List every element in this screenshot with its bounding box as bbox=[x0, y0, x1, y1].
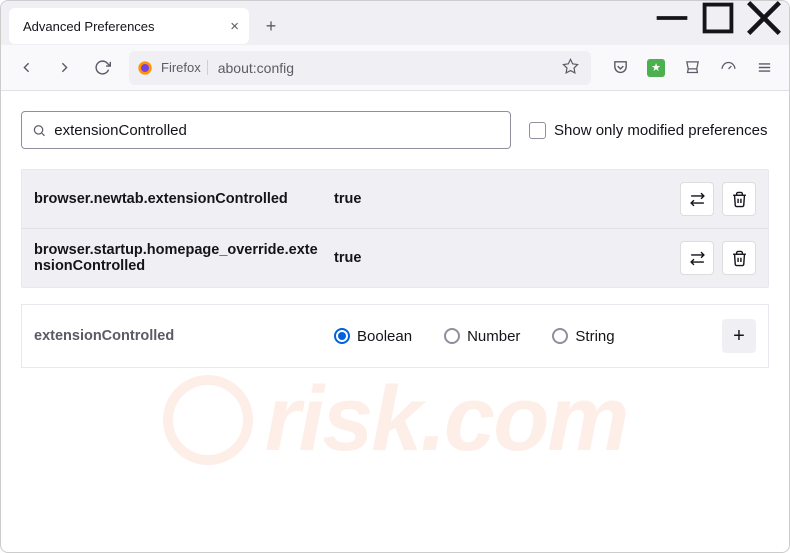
radio-label: String bbox=[575, 328, 614, 345]
pref-name: browser.startup.homepage_override.extens… bbox=[34, 242, 334, 274]
firefox-icon bbox=[137, 60, 153, 76]
delete-button[interactable] bbox=[722, 182, 756, 216]
pref-value: true bbox=[334, 250, 680, 266]
urlbar-identity-label: Firefox bbox=[157, 60, 208, 75]
new-tab-button[interactable]: + bbox=[255, 10, 287, 42]
new-pref-row: extensionControlled Boolean Number Strin… bbox=[21, 304, 769, 368]
search-box[interactable] bbox=[21, 111, 511, 149]
search-icon bbox=[32, 123, 46, 138]
back-button[interactable] bbox=[9, 51, 43, 85]
url-bar[interactable]: Firefox about:config bbox=[129, 51, 591, 85]
delete-button[interactable] bbox=[722, 241, 756, 275]
app-menu-icon[interactable] bbox=[747, 51, 781, 85]
radio-icon bbox=[552, 328, 568, 344]
pocket-icon[interactable] bbox=[603, 51, 637, 85]
pref-value: true bbox=[334, 191, 680, 207]
minimize-button[interactable] bbox=[649, 1, 695, 35]
radio-icon bbox=[334, 328, 350, 344]
new-pref-name: extensionControlled bbox=[34, 328, 334, 344]
inbox-icon[interactable] bbox=[675, 51, 709, 85]
url-text: about:config bbox=[218, 60, 554, 76]
search-input[interactable] bbox=[54, 122, 500, 139]
pref-row: browser.startup.homepage_override.extens… bbox=[22, 229, 768, 287]
browser-tab[interactable]: Advanced Preferences × bbox=[9, 8, 249, 44]
maximize-button[interactable] bbox=[695, 1, 741, 35]
toggle-button[interactable] bbox=[680, 241, 714, 275]
extension-badge-icon[interactable]: ★ bbox=[639, 51, 673, 85]
bookmark-star-icon[interactable] bbox=[558, 54, 583, 82]
add-pref-button[interactable]: + bbox=[722, 319, 756, 353]
close-window-button[interactable] bbox=[741, 1, 787, 35]
close-tab-icon[interactable]: × bbox=[230, 18, 239, 35]
type-radio-boolean[interactable]: Boolean bbox=[334, 328, 412, 345]
radio-icon bbox=[444, 328, 460, 344]
radio-label: Boolean bbox=[357, 328, 412, 345]
pref-row: browser.newtab.extensionControlled true bbox=[22, 170, 768, 229]
radio-label: Number bbox=[467, 328, 520, 345]
type-radio-string[interactable]: String bbox=[552, 328, 614, 345]
reload-button[interactable] bbox=[85, 51, 119, 85]
tab-title: Advanced Preferences bbox=[23, 19, 155, 34]
pref-name: browser.newtab.extensionControlled bbox=[34, 191, 334, 207]
show-modified-checkbox[interactable] bbox=[529, 122, 546, 139]
performance-icon[interactable] bbox=[711, 51, 745, 85]
show-modified-label: Show only modified preferences bbox=[554, 122, 767, 139]
toggle-button[interactable] bbox=[680, 182, 714, 216]
type-radio-number[interactable]: Number bbox=[444, 328, 520, 345]
forward-button[interactable] bbox=[47, 51, 81, 85]
